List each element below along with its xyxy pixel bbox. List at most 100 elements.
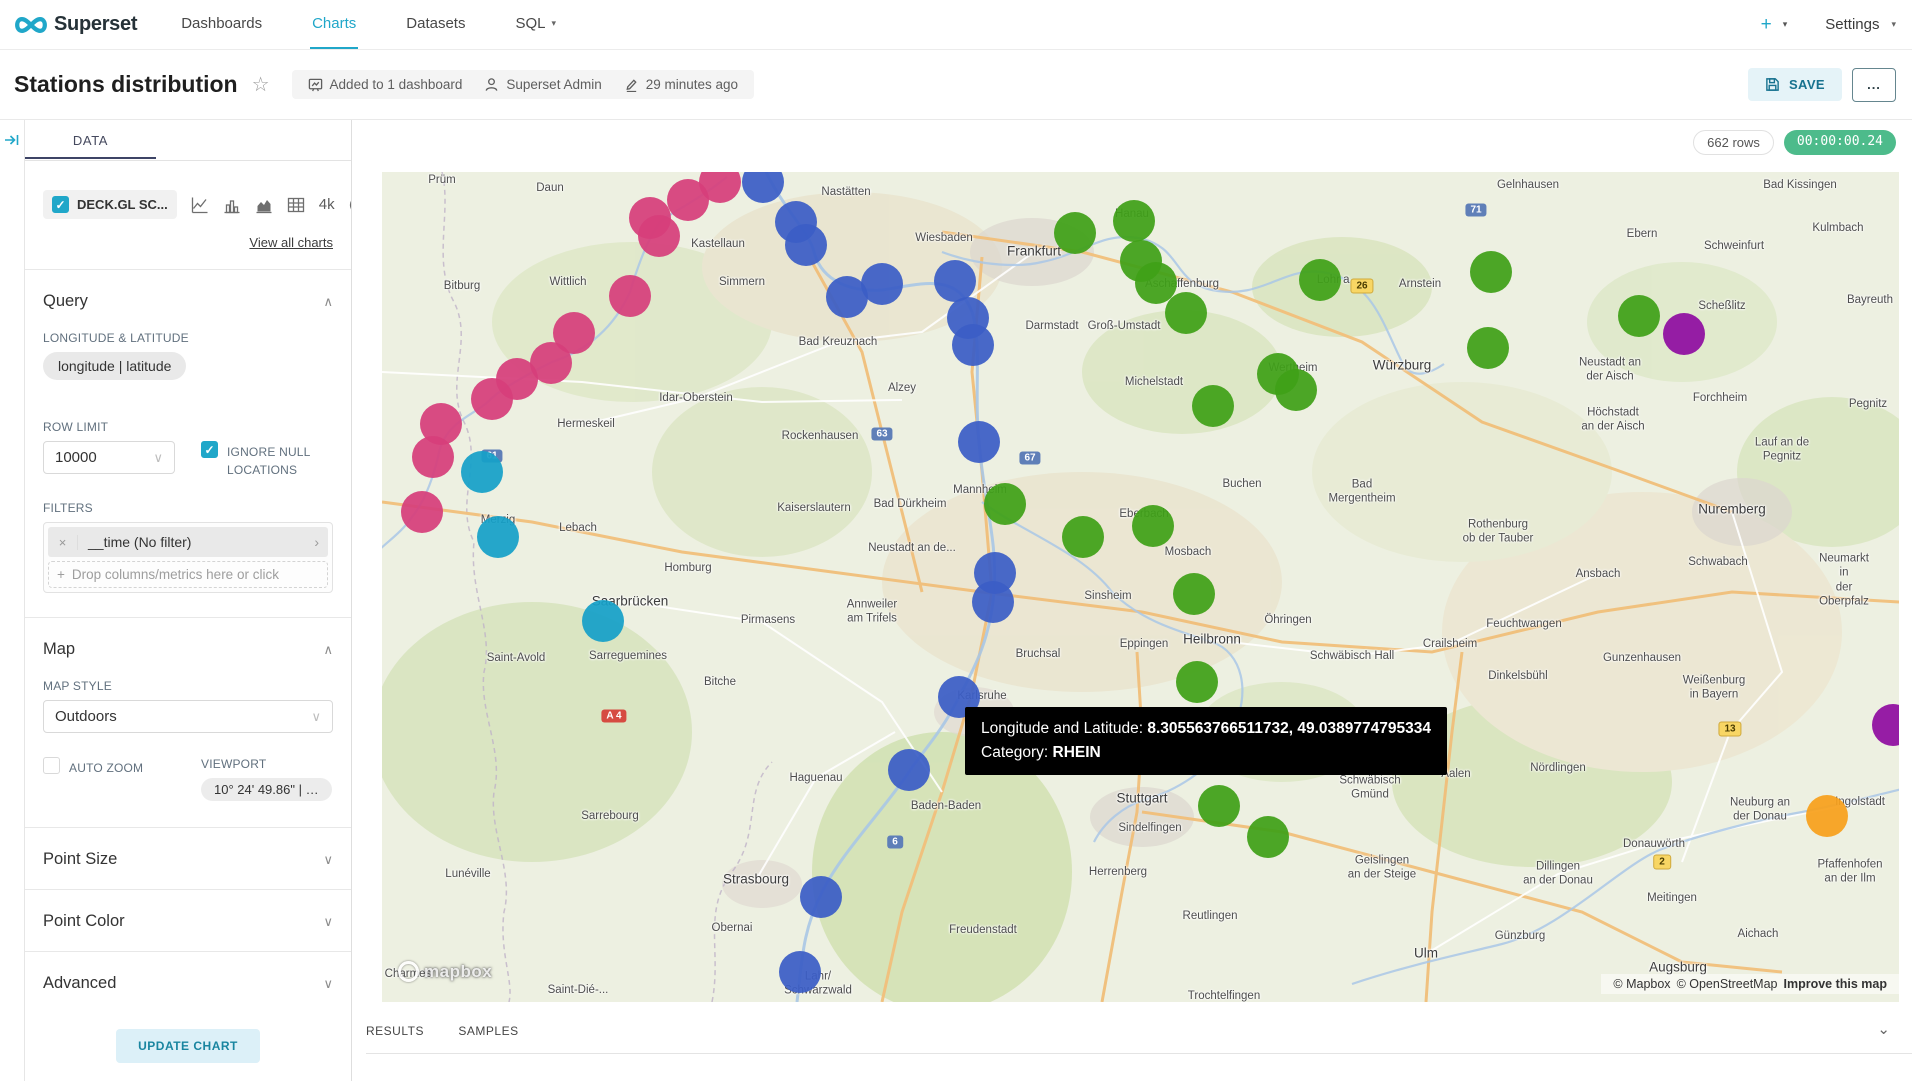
viz-type-chip[interactable]: ✓ DECK.GL SC... [43,190,177,219]
map-data-point-pink[interactable] [471,378,513,420]
last-modified[interactable]: 29 minutes ago [624,77,738,92]
advanced-section[interactable]: Advanced ∨ [43,952,333,1013]
map-data-point-cyan[interactable] [461,451,503,493]
page-title: Stations distribution [14,71,238,98]
map-data-point-green[interactable] [984,483,1026,525]
collapse-panel-icon[interactable] [4,132,20,148]
chart-owner[interactable]: Superset Admin [484,77,601,92]
map-data-point-pink[interactable] [638,215,680,257]
pie-chart-icon[interactable] [349,196,351,214]
map-data-point-green[interactable] [1275,369,1317,411]
nav-charts[interactable]: Charts [310,0,358,49]
map-data-point-purple[interactable] [1663,313,1705,355]
map-data-point-green[interactable] [1467,327,1509,369]
ignore-null-checkbox[interactable]: ✓ [201,441,218,458]
map-data-point-blue[interactable] [785,224,827,266]
mapbox-logo-icon [398,961,419,982]
map-data-point-green[interactable] [1113,200,1155,242]
tab-data[interactable]: DATA [25,120,156,159]
panel-tabs: DATA [25,120,351,161]
mapbox-attribution-link[interactable]: © Mapbox [1613,977,1670,991]
map-data-point-blue[interactable] [958,421,1000,463]
map-data-point-cyan[interactable] [477,516,519,558]
map-data-point-pink[interactable] [667,179,709,221]
area-chart-icon[interactable] [255,196,273,214]
caret-down-icon: ▾ [1783,19,1788,30]
map-data-point-orange[interactable] [1806,795,1848,837]
lonlat-value-chip[interactable]: longitude | latitude [43,352,186,380]
map-canvas[interactable]: PrümDaunNastättenWiesbadenFrankfurtHanau… [382,172,1899,1002]
map-data-point-pink[interactable] [412,436,454,478]
query-timer-badge: 00:00:00.24 [1784,130,1896,155]
nav-datasets[interactable]: Datasets [404,0,467,49]
table-icon[interactable] [287,196,305,214]
map-data-point-blue[interactable] [934,260,976,302]
query-section-header[interactable]: Query ∧ [43,270,333,331]
superset-logo[interactable]: Superset [14,0,137,49]
map-data-point-pink[interactable] [609,275,651,317]
viewport-value-chip[interactable]: 10° 24' 49.86" | … [201,778,332,801]
map-data-point-green[interactable] [1132,505,1174,547]
time-filter-chip[interactable]: × __time (No filter) › [48,527,328,557]
favorite-star-icon[interactable]: ☆ [252,72,270,97]
map-data-point-blue[interactable] [888,749,930,791]
map-data-point-green[interactable] [1173,573,1215,615]
settings-menu[interactable]: Settings▾ [1825,16,1896,33]
improve-map-link[interactable]: Improve this map [1784,977,1888,991]
osm-attribution-link[interactable]: © OpenStreetMap [1677,977,1778,991]
map-tooltip: Longitude and Latitude: 8.30556376651173… [965,707,1447,775]
map-data-point-green[interactable] [1192,385,1234,427]
chart-area: 662 rows 00:00:00.24 [352,120,1912,1081]
map-data-point-green[interactable] [1299,259,1341,301]
map-data-point-cyan[interactable] [582,600,624,642]
save-button[interactable]: SAVE [1748,68,1842,101]
point-color-section[interactable]: Point Color ∨ [43,890,333,951]
map-data-point-green[interactable] [1054,212,1096,254]
lonlat-label: LONGITUDE & LATITUDE [43,331,333,345]
tab-samples[interactable]: SAMPLES [458,1024,518,1038]
map-data-point-green[interactable] [1176,661,1218,703]
expand-results-icon[interactable]: ⌄ [1877,1020,1890,1038]
point-size-section[interactable]: Point Size ∨ [43,828,333,889]
map-data-point-pink[interactable] [401,491,443,533]
more-viz-count[interactable]: 4k [319,196,335,213]
road-shield: 71 [1465,204,1486,217]
top-navbar: Superset Dashboards Charts Datasets SQL▾… [0,0,1912,50]
update-chart-button[interactable]: UPDATE CHART [116,1029,260,1063]
viz-selected-checkbox: ✓ [52,196,69,213]
road-shield: 6 [887,836,903,849]
tab-results[interactable]: RESULTS [366,1024,424,1038]
more-options-button[interactable]: ... [1852,68,1896,102]
map-data-point-green[interactable] [1470,251,1512,293]
map-data-point-blue[interactable] [861,263,903,305]
row-count-badge: 662 rows [1693,130,1774,155]
remove-filter-icon[interactable]: × [48,535,78,550]
map-data-point-blue[interactable] [952,324,994,366]
map-data-point-green[interactable] [1247,816,1289,858]
map-data-point-green[interactable] [1062,516,1104,558]
line-chart-icon[interactable] [191,196,209,214]
map-data-point-green[interactable] [1618,295,1660,337]
map-data-point-green[interactable] [1165,292,1207,334]
bar-chart-icon[interactable] [223,196,241,214]
superset-app: Superset Dashboards Charts Datasets SQL▾… [0,0,1912,1081]
caret-down-icon: ▾ [1891,19,1896,30]
viewport-label: VIEWPORT [201,757,332,771]
nav-dashboards[interactable]: Dashboards [179,0,264,49]
map-data-point-blue[interactable] [779,951,821,993]
auto-zoom-label: AUTO ZOOM [69,759,143,777]
map-data-point-blue[interactable] [972,581,1014,623]
filter-drop-zone[interactable]: +Drop columns/metrics here or click [48,561,328,588]
map-data-point-green[interactable] [1198,785,1240,827]
dashboard-count[interactable]: Added to 1 dashboard [308,77,463,92]
row-limit-select[interactable]: 10000∨ [43,441,175,474]
map-style-select[interactable]: Outdoors∨ [43,700,333,733]
map-data-point-blue[interactable] [800,876,842,918]
mapbox-logo[interactable]: mapbox [398,961,492,982]
view-all-charts-link[interactable]: View all charts [249,235,333,250]
map-section-header[interactable]: Map ∧ [43,618,333,679]
new-item-button[interactable]: +▾ [1761,14,1788,36]
auto-zoom-checkbox[interactable] [43,757,60,774]
map-attribution: © Mapbox © OpenStreetMap Improve this ma… [1601,974,1899,994]
nav-sql[interactable]: SQL▾ [513,0,558,49]
